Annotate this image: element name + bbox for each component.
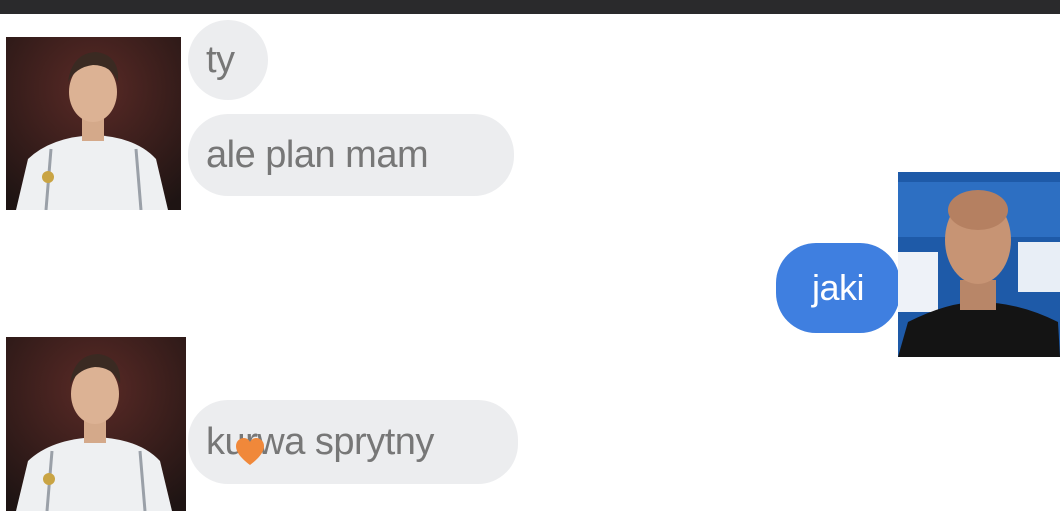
user-avatar[interactable]	[898, 172, 1060, 357]
top-bar	[0, 0, 1060, 14]
contact-avatar[interactable]	[6, 337, 186, 511]
message-bubble-incoming[interactable]: ale plan mam	[188, 114, 514, 196]
message-bubble-incoming[interactable]: ty	[188, 20, 268, 100]
message-text: jaki	[811, 267, 865, 308]
contact-avatar[interactable]	[6, 37, 181, 210]
heart-icon	[236, 438, 264, 465]
message-text: ale plan mam	[206, 133, 429, 176]
message-text: ty	[206, 38, 235, 81]
message-bubble-outgoing[interactable]: jaki	[776, 243, 900, 333]
